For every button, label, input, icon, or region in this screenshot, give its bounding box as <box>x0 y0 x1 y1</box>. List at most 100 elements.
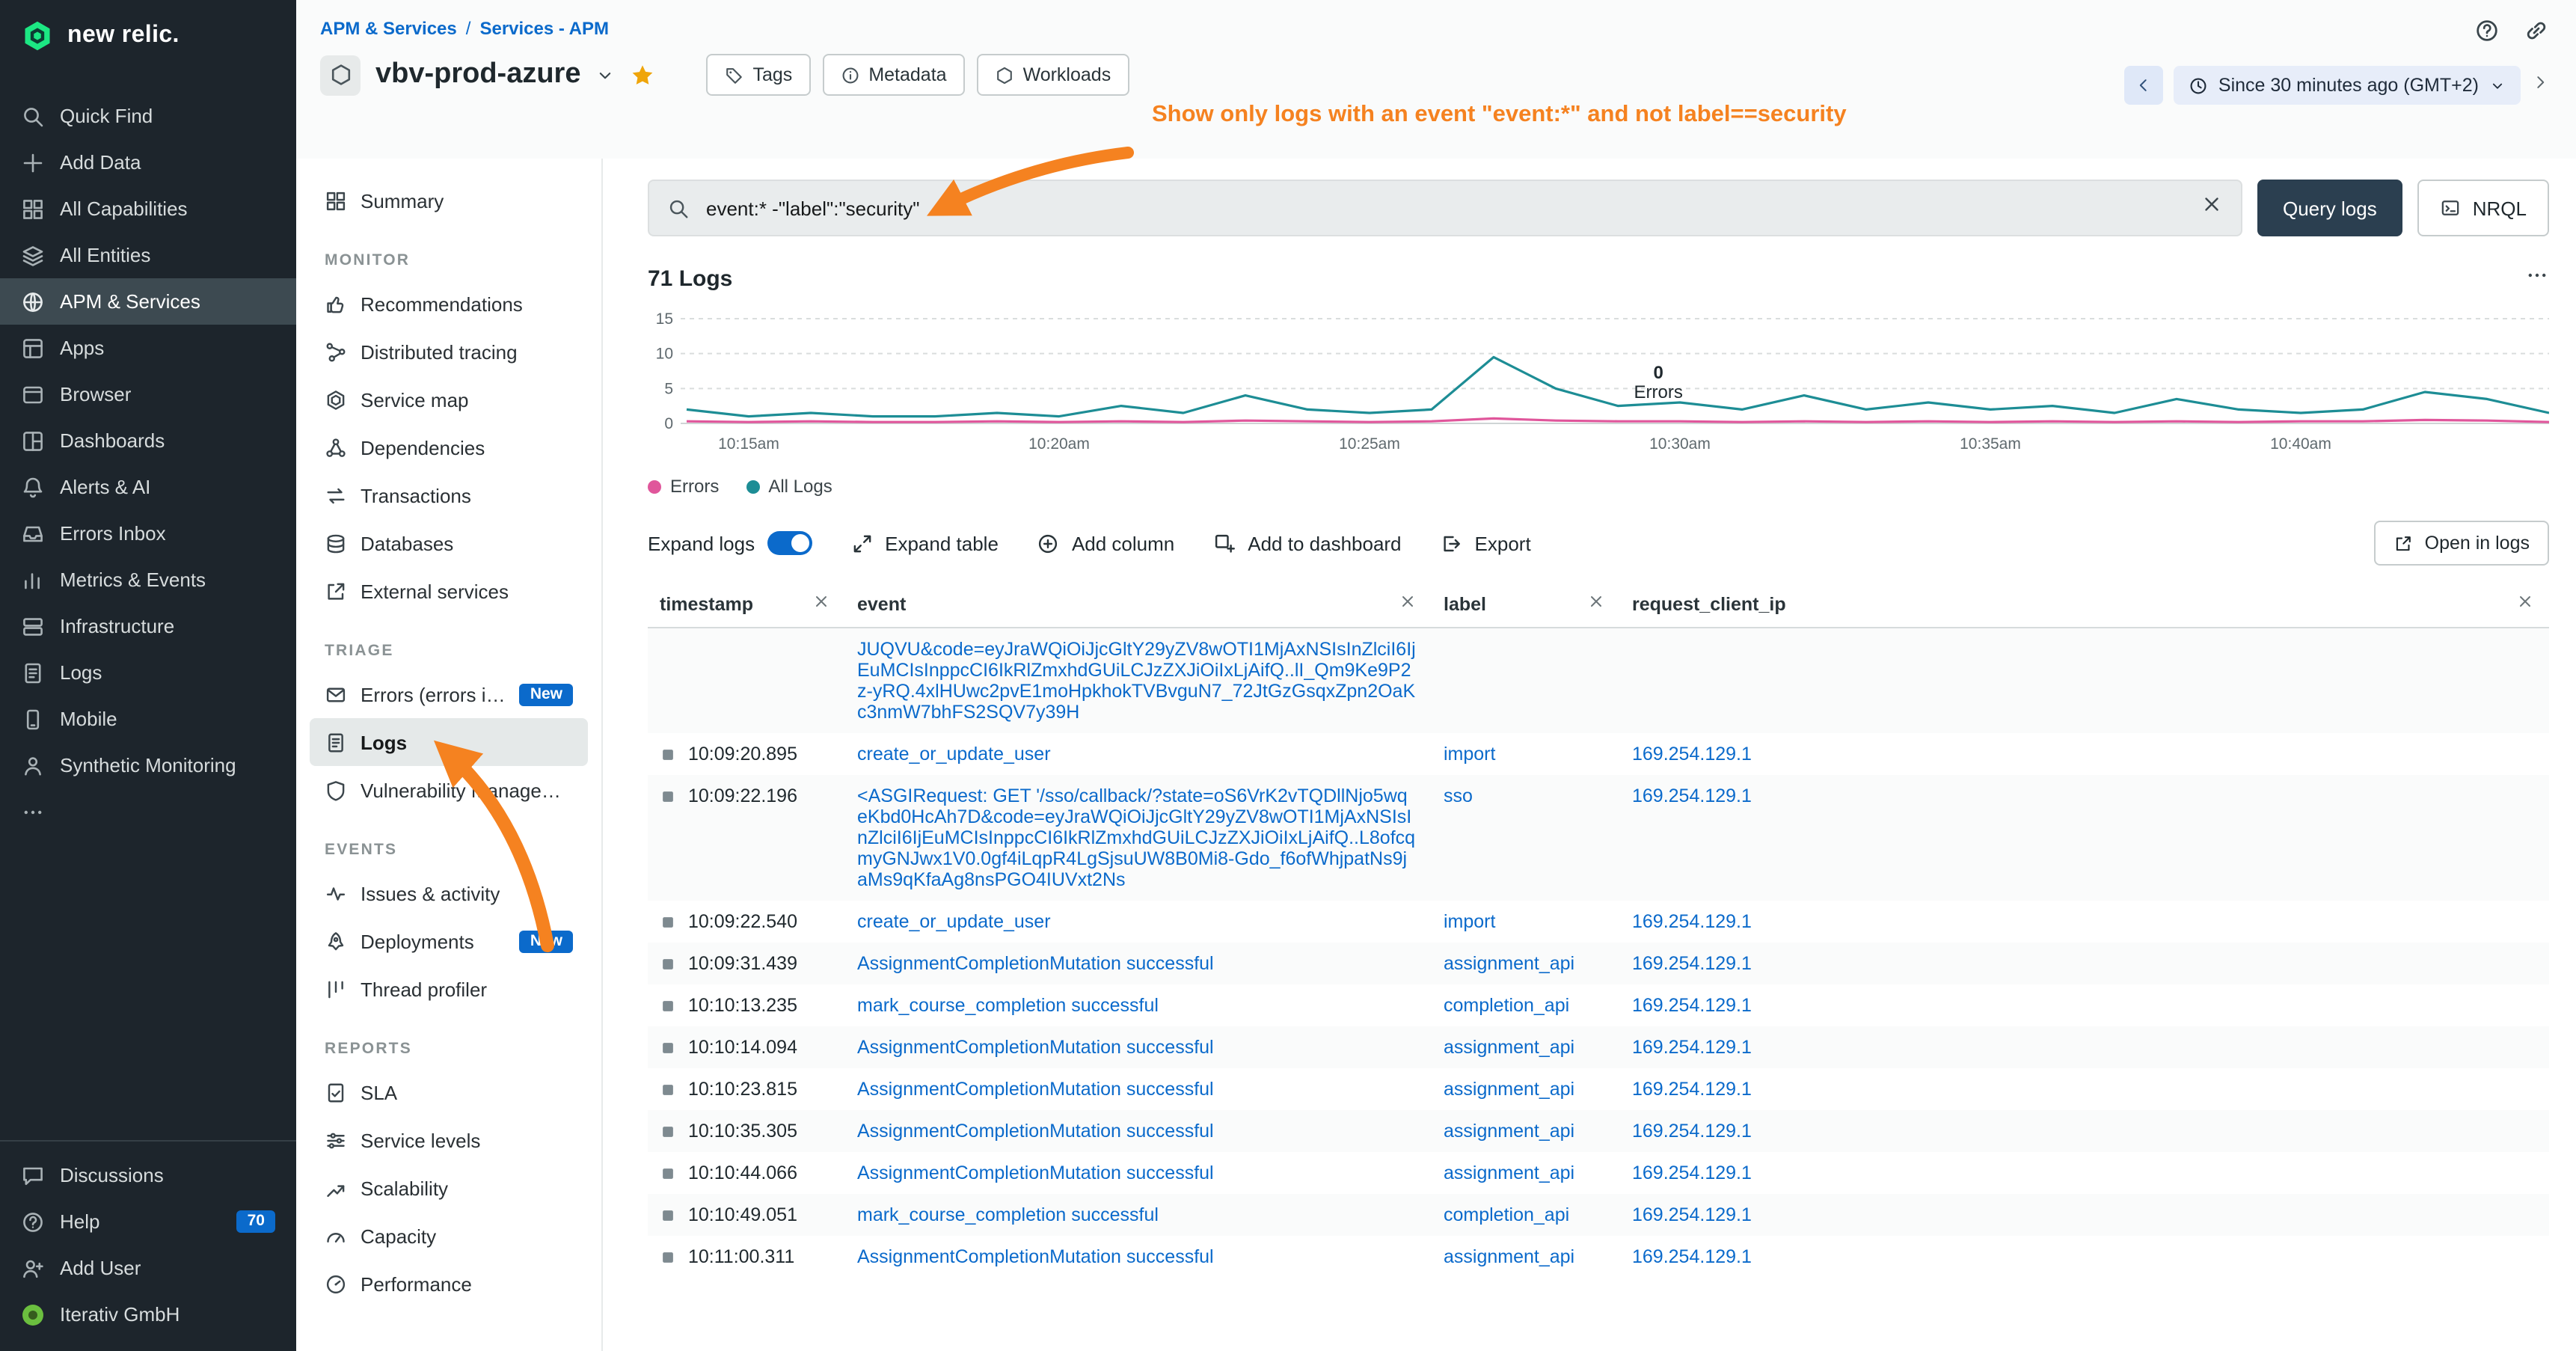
permalink-button[interactable] <box>2524 18 2549 51</box>
remove-column-timestamp-button[interactable] <box>812 592 830 615</box>
sidebar-item-databases[interactable]: Databases <box>310 519 588 567</box>
overflow-menu-button[interactable] <box>2525 263 2549 295</box>
remove-column-request-client-ip-button[interactable] <box>2516 592 2534 615</box>
breadcrumb-apm-services[interactable]: APM & Services <box>320 18 457 39</box>
sidebar-item-vulnerability-management[interactable]: Vulnerability Management <box>310 766 588 814</box>
nav-item-logs[interactable]: Logs <box>0 649 296 696</box>
sidebar-item-service-levels[interactable]: Service levels <box>310 1116 588 1164</box>
log-ip-link[interactable]: 169.254.129.1 <box>1632 1246 1752 1267</box>
sidebar-item-recommendations[interactable]: Recommendations <box>310 280 588 328</box>
nav-item-quick-find[interactable]: Quick Find <box>0 93 296 139</box>
log-event-link[interactable]: mark_course_completion successful <box>857 995 1159 1016</box>
sidebar-item-performance[interactable]: Performance <box>310 1260 588 1308</box>
sidebar-item-errors-errors-inb[interactable]: Errors (errors inb... New <box>310 670 588 718</box>
nav-item-iterativ-gmbh[interactable]: Iterativ GmbH <box>0 1291 296 1338</box>
log-row[interactable]: 10:09:22.540 create_or_update_user impor… <box>648 901 2549 943</box>
log-ip-link[interactable]: 169.254.129.1 <box>1632 1162 1752 1183</box>
log-event-link[interactable]: AssignmentCompletionMutation successful <box>857 1246 1214 1267</box>
log-row[interactable]: 10:09:31.439 AssignmentCompletionMutatio… <box>648 943 2549 984</box>
query-logs-button[interactable]: Query logs <box>2257 180 2402 236</box>
export-button[interactable]: Export <box>1441 532 1531 554</box>
open-in-logs-button[interactable]: Open in logs <box>2374 521 2549 566</box>
help-button[interactable] <box>2474 18 2500 51</box>
entity-switcher-chevron-icon[interactable] <box>596 65 616 85</box>
time-forward-button[interactable] <box>2531 72 2549 99</box>
sidebar-item-issues-activity[interactable]: Issues & activity <box>310 869 588 917</box>
log-label-link[interactable]: assignment_api <box>1444 1037 1574 1058</box>
log-label-link[interactable]: assignment_api <box>1444 953 1574 974</box>
nav-item-infrastructure[interactable]: Infrastructure <box>0 603 296 649</box>
remove-column-event-button[interactable] <box>1399 592 1417 615</box>
log-ip-link[interactable]: 169.254.129.1 <box>1632 1204 1752 1225</box>
log-ip-link[interactable]: 169.254.129.1 <box>1632 995 1752 1016</box>
nav-item-apm-services[interactable]: APM & Services <box>0 278 296 325</box>
nav-item-dashboards[interactable]: Dashboards <box>0 417 296 464</box>
log-row[interactable]: 10:09:22.196 <ASGIRequest: GET '/sso/cal… <box>648 775 2549 901</box>
log-label-link[interactable]: import <box>1444 744 1495 765</box>
nav-item-mobile[interactable]: Mobile <box>0 696 296 742</box>
log-row[interactable]: 10:10:13.235 mark_course_completion succ… <box>648 984 2549 1026</box>
log-label-link[interactable]: import <box>1444 911 1495 932</box>
row-detail-icon[interactable] <box>660 1207 676 1224</box>
row-detail-icon[interactable] <box>660 747 676 763</box>
log-row[interactable]: 10:10:35.305 AssignmentCompletionMutatio… <box>648 1110 2549 1152</box>
new-relic-logo[interactable]: new relic. <box>0 0 296 72</box>
log-event-link[interactable]: AssignmentCompletionMutation successful <box>857 1037 1214 1058</box>
add-to-dashboard-button[interactable]: Add to dashboard <box>1213 532 1401 554</box>
log-row[interactable]: 10:10:23.815 AssignmentCompletionMutatio… <box>648 1068 2549 1110</box>
log-event-link[interactable]: mark_course_completion successful <box>857 1204 1159 1225</box>
sidebar-item-thread-profiler[interactable]: Thread profiler <box>310 965 588 1013</box>
nrql-button[interactable]: NRQL <box>2417 180 2549 236</box>
nav-item-more[interactable] <box>0 788 296 835</box>
nav-item-all-entities[interactable]: All Entities <box>0 232 296 278</box>
row-detail-icon[interactable] <box>660 956 676 972</box>
clear-query-button[interactable] <box>2201 193 2223 223</box>
log-row[interactable]: 10:10:44.066 AssignmentCompletionMutatio… <box>648 1152 2549 1194</box>
sidebar-item-capacity[interactable]: Capacity <box>310 1212 588 1260</box>
nav-item-add-data[interactable]: Add Data <box>0 139 296 186</box>
log-event-link[interactable]: AssignmentCompletionMutation successful <box>857 953 1214 974</box>
sidebar-item-logs[interactable]: Logs <box>310 718 588 766</box>
breadcrumb-services-apm[interactable]: Services - APM <box>479 18 609 39</box>
log-ip-link[interactable]: 169.254.129.1 <box>1632 953 1752 974</box>
nav-item-all-capabilities[interactable]: All Capabilities <box>0 186 296 232</box>
log-ip-link[interactable]: 169.254.129.1 <box>1632 1037 1752 1058</box>
nav-item-discussions[interactable]: Discussions <box>0 1152 296 1198</box>
nav-item-browser[interactable]: Browser <box>0 371 296 417</box>
expand-logs-toggle[interactable] <box>767 531 812 555</box>
log-event-link[interactable]: AssignmentCompletionMutation successful <box>857 1162 1214 1183</box>
log-event-link[interactable]: JUQVU&code=eyJraWQiOiJjcGltY29yZV8wOTI1M… <box>857 639 1416 723</box>
expand-table-button[interactable]: Expand table <box>850 532 999 554</box>
sidebar-item-summary[interactable]: Summary <box>310 177 588 224</box>
nav-item-errors-inbox[interactable]: Errors Inbox <box>0 510 296 557</box>
log-ip-link[interactable]: 169.254.129.1 <box>1632 1121 1752 1142</box>
log-ip-link[interactable]: 169.254.129.1 <box>1632 785 1752 806</box>
log-label-link[interactable]: completion_api <box>1444 995 1569 1016</box>
sidebar-item-scalability[interactable]: Scalability <box>310 1164 588 1212</box>
log-row[interactable]: 10:10:49.051 mark_course_completion succ… <box>648 1194 2549 1236</box>
add-column-button[interactable]: Add column <box>1037 532 1174 554</box>
nav-item-synthetic-monitoring[interactable]: Synthetic Monitoring <box>0 742 296 788</box>
log-row[interactable]: 10:10:14.094 AssignmentCompletionMutatio… <box>648 1026 2549 1068</box>
log-event-link[interactable]: create_or_update_user <box>857 911 1051 932</box>
row-detail-icon[interactable] <box>660 1124 676 1140</box>
nav-item-metrics-events[interactable]: Metrics & Events <box>0 557 296 603</box>
sidebar-item-distributed-tracing[interactable]: Distributed tracing <box>310 328 588 376</box>
row-detail-icon[interactable] <box>660 1040 676 1056</box>
logs-query-input[interactable] <box>703 195 2187 221</box>
row-detail-icon[interactable] <box>660 1165 676 1182</box>
workloads-button[interactable]: Workloads <box>977 54 1129 96</box>
row-detail-icon[interactable] <box>660 788 676 805</box>
log-row[interactable]: 10:11:00.311 AssignmentCompletionMutatio… <box>648 1236 2549 1278</box>
favorite-star-icon[interactable] <box>631 62 656 88</box>
time-picker[interactable]: Since 30 minutes ago (GMT+2) <box>2174 66 2521 105</box>
log-label-link[interactable]: assignment_api <box>1444 1162 1574 1183</box>
row-detail-icon[interactable] <box>660 998 676 1014</box>
sidebar-item-deployments[interactable]: Deployments New <box>310 917 588 965</box>
log-label-link[interactable]: assignment_api <box>1444 1246 1574 1267</box>
sidebar-item-external-services[interactable]: External services <box>310 567 588 615</box>
log-row[interactable]: 10:09:20.895 create_or_update_user impor… <box>648 733 2549 775</box>
log-ip-link[interactable]: 169.254.129.1 <box>1632 1079 1752 1100</box>
log-label-link[interactable]: assignment_api <box>1444 1121 1574 1142</box>
log-label-link[interactable]: sso <box>1444 785 1473 806</box>
